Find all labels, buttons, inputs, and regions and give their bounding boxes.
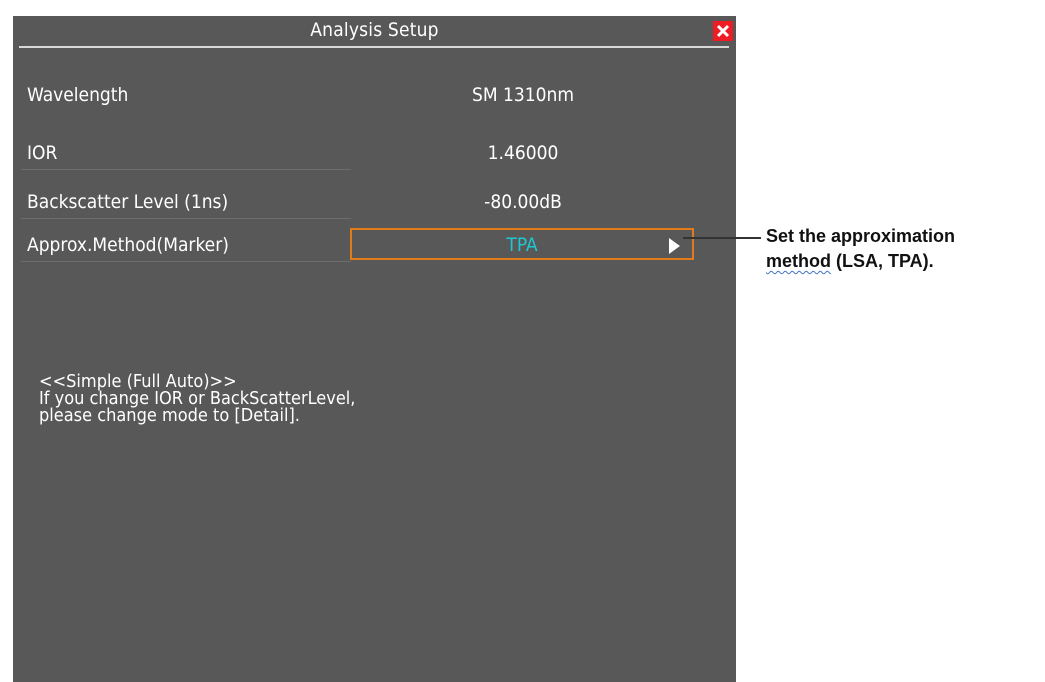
callout-line-2-rest: (LSA, TPA). (831, 251, 934, 271)
close-icon (716, 24, 730, 38)
approx-method-value: TPA (506, 234, 538, 256)
callout-leader-line (683, 237, 761, 239)
title-divider (19, 46, 729, 48)
row-divider (21, 169, 351, 170)
backscatter-level-label: Backscatter Level (1ns) (27, 191, 229, 213)
ior-label: IOR (27, 142, 58, 164)
callout-annotation: Set the approximation method (LSA, TPA). (766, 224, 955, 274)
wavelength-label: Wavelength (27, 84, 129, 106)
approx-method-select[interactable]: TPA (350, 228, 694, 260)
message-line: please change mode to [Detail]. (39, 405, 300, 426)
row-divider (21, 218, 351, 219)
callout-line-2: method (LSA, TPA). (766, 249, 955, 274)
dialog-title: Analysis Setup (310, 19, 439, 41)
callout-line-1: Set the approximation (766, 226, 956, 246)
row-ior[interactable]: IOR 1.46000 (13, 136, 736, 170)
row-wavelength[interactable]: Wavelength SM 1310nm (13, 78, 736, 112)
row-divider (21, 261, 351, 262)
callout-underlined-word: method (766, 251, 831, 271)
dialog-titlebar: Analysis Setup (13, 16, 736, 46)
info-message: <<Simple (Full Auto)>> If you change IOR… (39, 373, 355, 426)
row-approx-method[interactable]: Approx.Method(Marker) TPA (13, 228, 736, 262)
approx-method-label: Approx.Method(Marker) (27, 234, 229, 256)
backscatter-level-value: -80.00dB (484, 191, 562, 213)
analysis-setup-dialog: Analysis Setup Wavelength SM 1310nm IOR … (13, 16, 736, 682)
triangle-right-icon (669, 238, 680, 254)
wavelength-value: SM 1310nm (471, 84, 574, 106)
close-button[interactable] (713, 21, 733, 41)
ior-value: 1.46000 (487, 142, 559, 164)
row-backscatter-level[interactable]: Backscatter Level (1ns) -80.00dB (13, 185, 736, 219)
